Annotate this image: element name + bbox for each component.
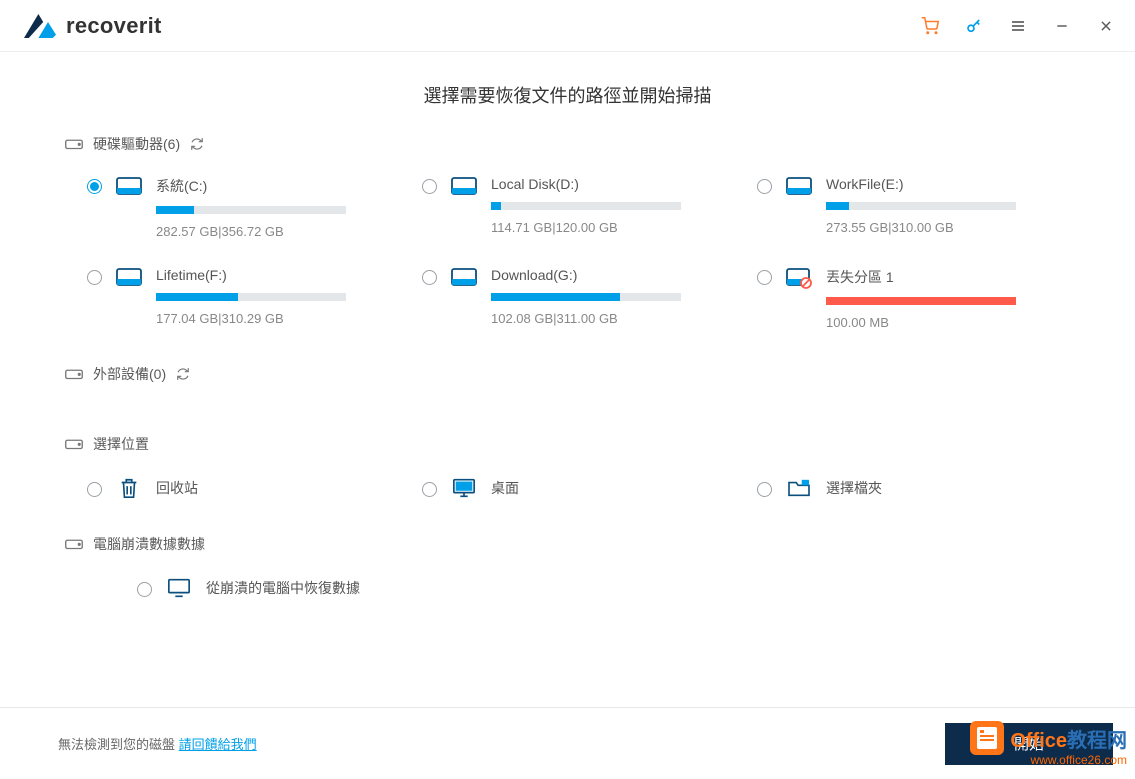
drive-size: 102.08 GB|311.00 GB [491,311,715,326]
radio-drive-lost[interactable] [757,270,772,285]
location-label: 桌面 [491,478,519,498]
brand-logo: recoverit [24,13,162,39]
desktop-icon [451,476,477,500]
footer-message: 無法檢測到您的磁盤 [58,737,175,752]
refresh-icon[interactable] [176,367,190,381]
drive-item-d[interactable]: Local Disk(D:) 114.71 GB|120.00 GB [422,176,735,239]
section-crash: 電腦崩潰數據數據 [65,534,1070,554]
disk-icon [116,176,142,200]
disk-icon [451,267,477,291]
titlebar: recoverit [0,0,1135,52]
locations-grid: 回收站 桌面 選擇檔夾 [87,476,1070,500]
location-recycle-bin[interactable]: 回收站 [87,476,400,500]
section-label: 硬碟驅動器(6) [93,134,180,154]
drive-progress [156,206,346,214]
section-label: 選擇位置 [93,434,149,454]
radio-recycle[interactable] [87,482,102,497]
disk-icon [116,267,142,291]
drive-name: Download(G:) [491,267,715,283]
cart-icon[interactable] [921,17,939,35]
drives-grid: 系統(C:) 282.57 GB|356.72 GB Local Disk(D:… [87,176,1070,330]
drive-icon [65,437,83,451]
start-button[interactable]: 開始 [945,723,1113,765]
monitor-icon [166,576,192,600]
radio-drive-e[interactable] [757,179,772,194]
radio-desktop[interactable] [422,482,437,497]
crash-grid: 從崩潰的電腦中恢復數據 [115,576,1070,600]
minimize-icon[interactable] [1053,17,1071,35]
menu-icon[interactable] [1009,17,1027,35]
drive-item-lost[interactable]: 丟失分區 1 100.00 MB [757,267,1070,330]
drive-progress [491,202,681,210]
drive-icon [65,537,83,551]
drive-item-e[interactable]: WorkFile(E:) 273.55 GB|310.00 GB [757,176,1070,239]
drive-name: 系統(C:) [156,176,380,196]
radio-drive-g[interactable] [422,270,437,285]
crash-recovery-item[interactable]: 從崩潰的電腦中恢復數據 [137,576,360,600]
drive-body: 系統(C:) 282.57 GB|356.72 GB [156,176,400,239]
drive-progress [826,202,1016,210]
radio-drive-c[interactable] [87,179,102,194]
drive-body: 丟失分區 1 100.00 MB [826,267,1070,330]
drive-item-f[interactable]: Lifetime(F:) 177.04 GB|310.29 GB [87,267,400,330]
drive-body: Lifetime(F:) 177.04 GB|310.29 GB [156,267,400,326]
drive-name: WorkFile(E:) [826,176,1050,192]
footer-text: 無法檢測到您的磁盤 請回饋給我們 [58,734,257,753]
drive-icon [65,137,83,151]
drive-body: WorkFile(E:) 273.55 GB|310.00 GB [826,176,1070,235]
drive-size: 114.71 GB|120.00 GB [491,220,715,235]
drive-name: Lifetime(F:) [156,267,380,283]
key-icon[interactable] [965,17,983,35]
brand-text: recoverit [66,13,162,39]
app-window: recoverit 選擇需要恢復文件的路徑並開始掃描 [0,0,1135,779]
location-label: 回收站 [156,478,198,498]
disk-icon [451,176,477,200]
drive-body: Download(G:) 102.08 GB|311.00 GB [491,267,735,326]
section-label: 外部設備(0) [93,364,166,384]
window-controls [921,17,1115,35]
crash-label: 從崩潰的電腦中恢復數據 [206,578,360,598]
radio-crash[interactable] [137,582,152,597]
drive-icon [65,367,83,381]
section-label: 電腦崩潰數據數據 [93,534,205,554]
drive-size: 100.00 MB [826,315,1050,330]
location-label: 選擇檔夾 [826,478,882,498]
close-icon[interactable] [1097,17,1115,35]
feedback-link[interactable]: 請回饋給我們 [179,737,257,752]
drive-name: Local Disk(D:) [491,176,715,192]
section-locations: 選擇位置 [65,434,1070,454]
trash-icon [116,476,142,500]
drive-progress [156,293,346,301]
location-choose-folder[interactable]: 選擇檔夾 [757,476,1070,500]
disk-icon [786,176,812,200]
radio-drive-d[interactable] [422,179,437,194]
footer: 無法檢測到您的磁盤 請回饋給我們 開始 [0,707,1135,779]
refresh-icon[interactable] [190,137,204,151]
radio-folder[interactable] [757,482,772,497]
drive-size: 273.55 GB|310.00 GB [826,220,1050,235]
section-external: 外部設備(0) [65,364,1070,384]
drive-size: 282.57 GB|356.72 GB [156,224,380,239]
drive-size: 177.04 GB|310.29 GB [156,311,380,326]
folder-icon [786,476,812,500]
drive-name: 丟失分區 1 [826,267,1050,287]
main-content: 選擇需要恢復文件的路徑並開始掃描 硬碟驅動器(6) 系統(C:) 2 [0,52,1135,707]
drive-progress [491,293,681,301]
section-hard-drives: 硬碟驅動器(6) [65,134,1070,154]
drive-body: Local Disk(D:) 114.71 GB|120.00 GB [491,176,735,235]
radio-drive-f[interactable] [87,270,102,285]
drive-progress [826,297,1016,305]
page-title: 選擇需要恢復文件的路徑並開始掃描 [65,82,1070,108]
logo-icon [24,14,56,38]
disk-lost-icon [786,267,812,291]
drive-item-g[interactable]: Download(G:) 102.08 GB|311.00 GB [422,267,735,330]
location-desktop[interactable]: 桌面 [422,476,735,500]
drive-item-c[interactable]: 系統(C:) 282.57 GB|356.72 GB [87,176,400,239]
